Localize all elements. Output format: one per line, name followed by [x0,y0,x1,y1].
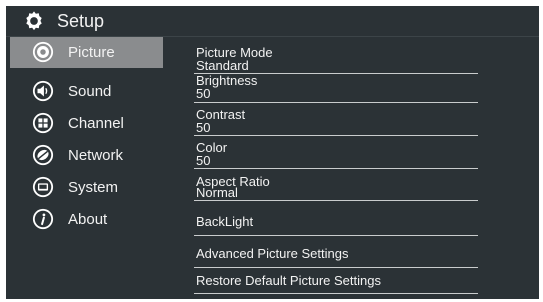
contrast-setting[interactable]: Contrast 50 [194,108,478,136]
picture-settings-panel: Picture Mode Standard Brightness 50 Cont… [164,37,539,299]
sidebar-item-label: Network [68,147,124,164]
restore-default-picture-settings[interactable]: Restore Default Picture Settings [194,268,478,294]
sidebar-item-label: About [68,211,108,228]
setting-value: Normal [196,185,238,200]
aspect-ratio-setting[interactable]: Aspect Ratio Normal [194,175,478,201]
setting-value: Standard [196,58,249,73]
setting-label: BackLight [196,214,254,229]
network-icon [32,144,54,166]
sidebar-item-label: System [68,179,119,196]
title-bar: Setup [6,6,539,37]
color-setting[interactable]: Color 50 [194,141,478,169]
setting-value: 50 [196,120,211,135]
sidebar-item-channel[interactable]: Channel [10,108,163,139]
speaker-icon [32,80,54,102]
advanced-picture-settings[interactable]: Advanced Picture Settings [194,236,478,268]
sidebar-item-label: Channel [68,115,124,132]
sidebar-item-network[interactable]: Network [10,140,163,171]
setting-value: 50 [196,86,211,101]
page-title: Setup [57,11,105,31]
sidebar-item-sound[interactable]: Sound [10,76,163,107]
gear-icon [26,11,42,31]
system-icon [32,176,54,198]
sidebar-item-label: Picture [68,44,115,61]
picture-icon [32,41,54,63]
brightness-setting[interactable]: Brightness 50 [194,74,478,103]
sidebar-item-system[interactable]: System [10,172,163,203]
setting-label: Advanced Picture Settings [196,246,349,261]
setting-label: Restore Default Picture Settings [196,273,381,288]
picture-mode-setting[interactable]: Picture Mode Standard [194,46,478,74]
backlight-setting[interactable]: BackLight [194,201,478,236]
sidebar-item-label: Sound [68,83,112,100]
info-icon [32,208,54,230]
setting-value: 50 [196,153,211,168]
sidebar-item-about[interactable]: About [10,204,163,235]
setup-window: Setup Picture Sound Channel Network Syst… [6,6,539,299]
sidebar: Picture Sound Channel Network System Abo… [6,37,164,299]
channel-grid-icon [32,112,54,134]
sidebar-item-picture[interactable]: Picture [10,37,163,68]
